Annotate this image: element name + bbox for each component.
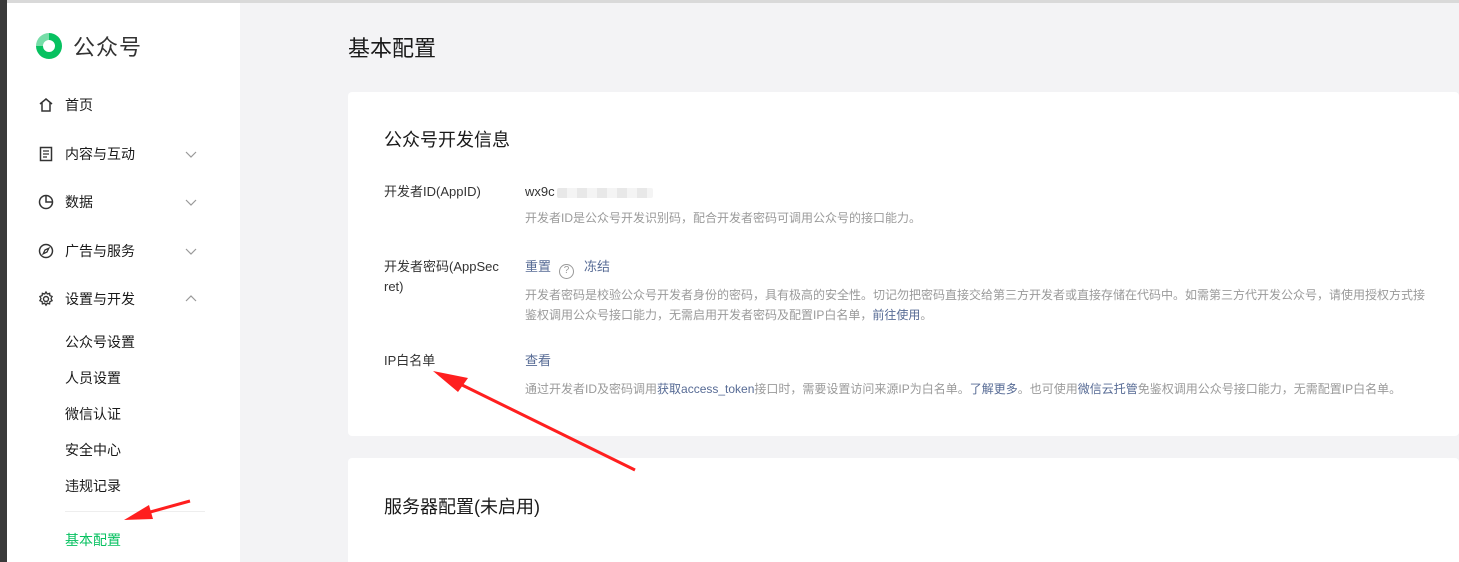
sidebar-item-label: 设置与开发 [65,291,135,307]
learn-more-link[interactable]: 了解更多 [970,382,1018,396]
go-use-link[interactable]: 前往使用 [872,308,920,322]
appsecret-label-line2: ret) [384,279,404,294]
document-icon [39,146,53,162]
sidebar-subitem-personnel-settings[interactable]: 人员设置 [65,368,121,388]
brand-name: 公众号 [73,35,143,60]
sidebar-item-label: 内容与互动 [65,146,135,162]
sidebar-subitem-violation-records[interactable]: 违规记录 [65,476,121,496]
ip-whitelist-label: IP白名单 [384,353,436,368]
page-title: 基本配置 [348,36,437,61]
wechat-mp-logo-icon [36,33,62,59]
sidebar-subitem-basic-config[interactable]: 基本配置 [65,530,121,550]
sidebar: 公众号 首页 内容与互动 数据 广告与服务 设置与开发 公众号设置 人员设置 微… [7,3,240,562]
window-frame-left [0,0,7,562]
appsecret-reset-link[interactable]: 重置 [525,259,551,274]
ip-desc-text: 接口时，需要设置访问来源IP为白名单。 [754,382,970,396]
appsecret-label-line1: 开发者密码(AppSec [384,259,499,274]
appid-redacted-mask [556,187,653,198]
appsecret-description-line2: 鉴权调用公众号接口能力，无需启用开发者密码及配置IP白名单，前往使用。 [525,305,932,325]
server-config-title: 服务器配置(未启用) [384,497,540,517]
gear-icon [38,290,54,307]
appid-text: wx9c [525,184,555,199]
chevron-up-icon [185,295,197,302]
chevron-down-icon [185,248,197,255]
appid-value: wx9c [525,182,653,202]
ip-desc-text: 。也可使用 [1017,382,1078,396]
appid-description: 开发者ID是公众号开发识别码，配合开发者密码可调用公众号的接口能力。 [525,211,922,225]
ip-desc-text: 免鉴权调用公众号接口能力，无需配置IP白名单。 [1137,382,1402,396]
sidebar-subitem-security-center[interactable]: 安全中心 [65,440,121,460]
server-config-card: 服务器配置(未启用) [348,458,1459,562]
ip-whitelist-view-link[interactable]: 查看 [525,353,551,368]
access-token-link[interactable]: 获取access_token [657,382,754,396]
sidebar-item-label: 首页 [65,97,93,113]
appid-label: 开发者ID(AppID) [384,184,481,199]
appsecret-actions: 重置? 冻结 [525,257,610,279]
ip-whitelist-description: 通过开发者ID及密码调用获取access_token接口时，需要设置访问来源IP… [525,379,1401,399]
sidebar-item-home[interactable]: 首页 [37,95,197,115]
appsecret-label: 开发者密码(AppSec ret) [384,257,506,297]
appsecret-description-end: 。 [920,308,933,322]
brand-logo[interactable]: 公众号 [33,30,142,62]
sidebar-item-label: 广告与服务 [65,243,135,259]
appsecret-description-text: 鉴权调用公众号接口能力，无需启用开发者密码及配置IP白名单， [525,308,873,322]
dev-info-title: 公众号开发信息 [384,130,510,150]
dev-info-card: 公众号开发信息 开发者ID(AppID) wx9c 开发者ID是公众号开发识别码… [348,92,1459,436]
sidebar-item-content[interactable]: 内容与互动 [37,144,197,164]
appsecret-description-line1: 开发者密码是校验公众号开发者身份的密码，具有极高的安全性。切记勿把密码直接交给第… [525,288,1426,302]
wechat-cloud-hosting-link[interactable]: 微信云托管 [1078,382,1138,396]
compass-icon [38,243,54,259]
sidebar-subitem-wechat-verification[interactable]: 微信认证 [65,404,121,424]
sidebar-subitem-account-settings[interactable]: 公众号设置 [65,332,135,352]
sidebar-item-ads-services[interactable]: 广告与服务 [37,241,197,261]
main-content: 基本配置 公众号开发信息 开发者ID(AppID) wx9c 开发者ID是公众号… [240,3,1459,562]
sidebar-divider [65,511,205,512]
chevron-down-icon [185,199,197,206]
sidebar-item-settings-dev[interactable]: 设置与开发 [37,289,197,309]
ip-whitelist-actions: 查看 [525,351,551,371]
appsecret-freeze-link[interactable]: 冻结 [584,259,610,274]
chevron-down-icon [185,151,197,158]
home-icon [39,98,53,112]
pie-chart-icon [38,194,54,210]
sidebar-item-label: 数据 [65,194,93,210]
help-icon[interactable]: ? [559,263,575,279]
sidebar-item-data[interactable]: 数据 [37,192,197,212]
ip-desc-text: 通过开发者ID及密码调用 [525,382,658,396]
